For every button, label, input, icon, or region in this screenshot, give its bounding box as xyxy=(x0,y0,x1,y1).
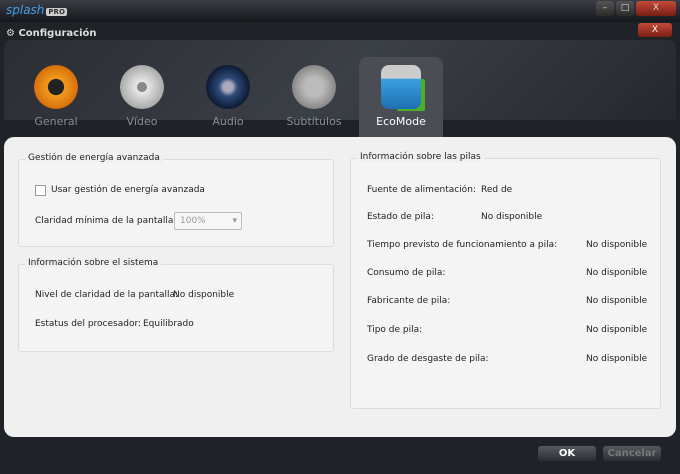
battery-info-group: Información sobre las pilas Fuente de al… xyxy=(350,152,661,409)
info-value: Red de xyxy=(481,185,513,195)
info-label: Grado de desgaste de pila: xyxy=(367,354,489,364)
logo-text: splash xyxy=(6,3,45,17)
cancel-button[interactable]: Cancelar xyxy=(603,446,661,461)
clarity-label: Claridad mínima de la pantalla: xyxy=(35,216,177,226)
info-label: Fuente de alimentación: xyxy=(367,185,476,195)
battery-leaf-icon xyxy=(381,65,421,109)
tab-label: EcoMode xyxy=(376,115,426,128)
tab-general[interactable]: General xyxy=(14,57,98,139)
info-value: No disponible xyxy=(586,268,648,278)
dialog-title: ⚙ Configuración xyxy=(6,28,97,39)
info-value: No disponible xyxy=(481,212,543,222)
splash-logo: splash PRO xyxy=(6,3,67,17)
info-value: No disponible xyxy=(586,240,648,250)
dialog-close-button[interactable]: X xyxy=(638,23,672,37)
ok-button[interactable]: OK xyxy=(538,446,596,461)
info-label: Estatus del procesador: xyxy=(35,319,142,329)
film-reel-icon xyxy=(120,65,164,109)
info-label: Estado de pila: xyxy=(367,212,434,222)
group-title: Gestión de energía avanzada xyxy=(25,153,163,163)
group-title: Información sobre las pilas xyxy=(357,152,484,162)
tab-label: General xyxy=(34,115,78,128)
tab-ecomode[interactable]: EcoMode xyxy=(359,57,443,139)
info-label: Fabricante de pila: xyxy=(367,296,451,306)
info-value: No disponible xyxy=(586,354,648,364)
tab-label: Vídeo xyxy=(126,115,158,128)
speech-bubble-icon xyxy=(292,65,336,109)
app-titlebar: splash PRO – □ X xyxy=(0,0,680,22)
info-label: Nivel de claridad de la pantalla: xyxy=(35,290,179,300)
tab-video[interactable]: Vídeo xyxy=(100,57,184,139)
info-label: Tipo de pila: xyxy=(367,325,423,335)
clarity-select[interactable]: 100% ▾ xyxy=(174,212,242,230)
tab-label: Audio xyxy=(212,115,244,128)
info-value: No disponible xyxy=(586,296,648,306)
app-close-button[interactable]: X xyxy=(636,1,676,16)
advanced-power-checkbox[interactable] xyxy=(35,185,46,196)
chevron-down-icon: ▾ xyxy=(232,216,237,226)
tab-audio[interactable]: Audio xyxy=(186,57,270,139)
info-label: Tiempo previsto de funcionamiento a pila… xyxy=(367,240,558,250)
ecomode-panel: Gestión de energía avanzada Usar gestión… xyxy=(4,137,676,437)
tab-label: Subtítulos xyxy=(286,115,342,128)
info-label: Consumo de pila: xyxy=(367,268,446,278)
info-value: Equilibrado xyxy=(143,319,194,329)
gear-icon xyxy=(34,65,78,109)
tab-subtitles[interactable]: Subtítulos xyxy=(272,57,356,139)
group-title: Información sobre el sistema xyxy=(25,258,162,268)
maximize-button[interactable]: □ xyxy=(616,1,634,16)
power-management-group: Gestión de energía avanzada Usar gestión… xyxy=(18,153,334,247)
system-info-group: Información sobre el sistema Nivel de cl… xyxy=(18,258,334,352)
tab-header: General Vídeo Audio Subtítulos EcoMode xyxy=(4,40,676,139)
info-value: No disponible xyxy=(173,290,235,300)
logo-badge: PRO xyxy=(46,8,67,16)
info-value: No disponible xyxy=(586,325,648,335)
checkbox-label: Usar gestión de energía avanzada xyxy=(51,185,205,195)
minimize-button[interactable]: – xyxy=(596,1,614,16)
speaker-icon xyxy=(206,65,250,109)
select-value: 100% xyxy=(180,216,206,226)
